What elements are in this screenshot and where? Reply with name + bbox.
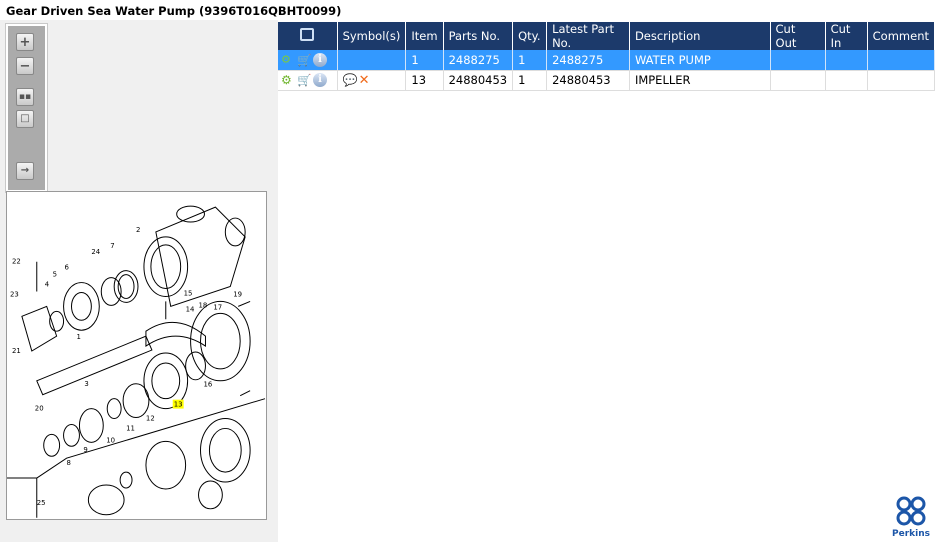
col-description[interactable]: Description [629,22,771,50]
cell-cut-out [770,70,826,91]
callout-1: 1 [76,333,80,341]
callout-11: 11 [126,424,135,432]
callout-17: 17 [213,303,222,311]
callout-2: 2 [136,226,140,234]
callout-3: 3 [84,380,88,388]
callout-7: 7 [110,242,114,250]
zoom-in-button[interactable]: + [16,33,34,51]
callout-12: 12 [146,414,155,422]
gears-icon[interactable]: ⚙ [281,53,295,67]
cell-latest-part-no: 24880453 [546,70,630,91]
magnifier-icon [300,28,315,41]
logo-text: Perkins [892,529,930,539]
cell-cut-in [825,50,868,71]
cell-item: 1 [405,50,444,71]
cell-cut-in [825,70,868,91]
callout-15: 15 [184,289,193,297]
cell-description: IMPELLER [629,70,771,91]
cell-cut-out [770,50,826,71]
col-symbols[interactable]: Symbol(s) [337,22,407,50]
zoom-out-button[interactable]: − [16,57,34,75]
zoom-toolbar: + − ▪▪ □ → [5,23,48,193]
cell-description: WATER PUMP [629,50,771,71]
callout-10: 10 [106,436,115,444]
col-comment[interactable]: Comment [867,22,935,50]
cell-item: 13 [405,70,444,91]
col-item[interactable]: Item [405,22,444,50]
find-column-header[interactable] [278,22,338,50]
cell-comment [867,50,935,71]
illustration-pane: + − ▪▪ □ → 2 24 7 22 6 5 23 4 15 19 14 1… [0,20,273,542]
info-icon[interactable]: i [313,73,327,88]
cell-qty: 1 [512,70,548,91]
callout-22: 22 [12,258,21,266]
callout-24: 24 [91,248,100,256]
fit-window-button[interactable]: □ [16,110,34,128]
remove-x-icon[interactable]: ✕ [359,73,373,88]
callout-18: 18 [199,301,208,309]
comment-alert-icon[interactable]: 💬 [343,73,358,87]
perkins-logo: Perkins [891,496,931,539]
callout-14: 14 [186,305,195,313]
table-header: Symbol(s) Item Parts No. Qty. Latest Par… [278,22,935,50]
parts-table: Symbol(s) Item Parts No. Qty. Latest Par… [278,22,935,91]
callout-5: 5 [53,271,57,279]
callout-20: 20 [35,405,44,413]
export-button[interactable]: → [16,162,34,180]
cart-icon[interactable]: 🛒 [297,53,311,67]
callout-4: 4 [45,281,50,289]
col-cut-out[interactable]: Cut Out [770,22,826,50]
callout-8: 8 [67,459,71,467]
cart-icon[interactable]: 🛒 [297,73,311,87]
col-qty[interactable]: Qty. [512,22,548,50]
cell-parts-no: 2488275 [443,50,514,71]
info-icon[interactable]: i [313,53,327,67]
callout-21: 21 [12,347,21,355]
callout-25: 25 [37,499,46,507]
col-cut-in[interactable]: Cut In [825,22,868,50]
cell-parts-no: 24880453 [443,70,514,91]
callout-23: 23 [10,290,19,298]
cell-latest-part-no: 2488275 [546,50,630,71]
table-row[interactable]: ⚙ 🛒 i 💬✕ 13 24880453 1 24880453 IMPELLER [278,70,935,91]
perkins-emblem-icon [896,496,926,526]
pane-splitter[interactable] [273,20,278,542]
window-title: Gear Driven Sea Water Pump (9396T016QBHT… [6,4,342,18]
table-row[interactable]: ⚙ 🛒 i 1 2488275 1 2488275 WATER PUMP [278,50,935,71]
col-latest-part-no[interactable]: Latest Part No. [546,22,630,50]
cell-qty: 1 [512,50,548,71]
exploded-parts-diagram[interactable]: 2 24 7 22 6 5 23 4 15 19 14 18 17 21 1 3… [6,191,267,520]
fit-all-button[interactable]: ▪▪ [16,88,34,106]
callout-13[interactable]: 13 [174,401,183,409]
col-parts-no[interactable]: Parts No. [443,22,514,50]
cell-comment [867,70,935,91]
gear-icon[interactable]: ⚙ [281,73,295,87]
callout-19: 19 [233,290,242,298]
callout-16: 16 [203,381,212,389]
callout-9: 9 [83,446,87,454]
callout-6: 6 [65,264,69,272]
